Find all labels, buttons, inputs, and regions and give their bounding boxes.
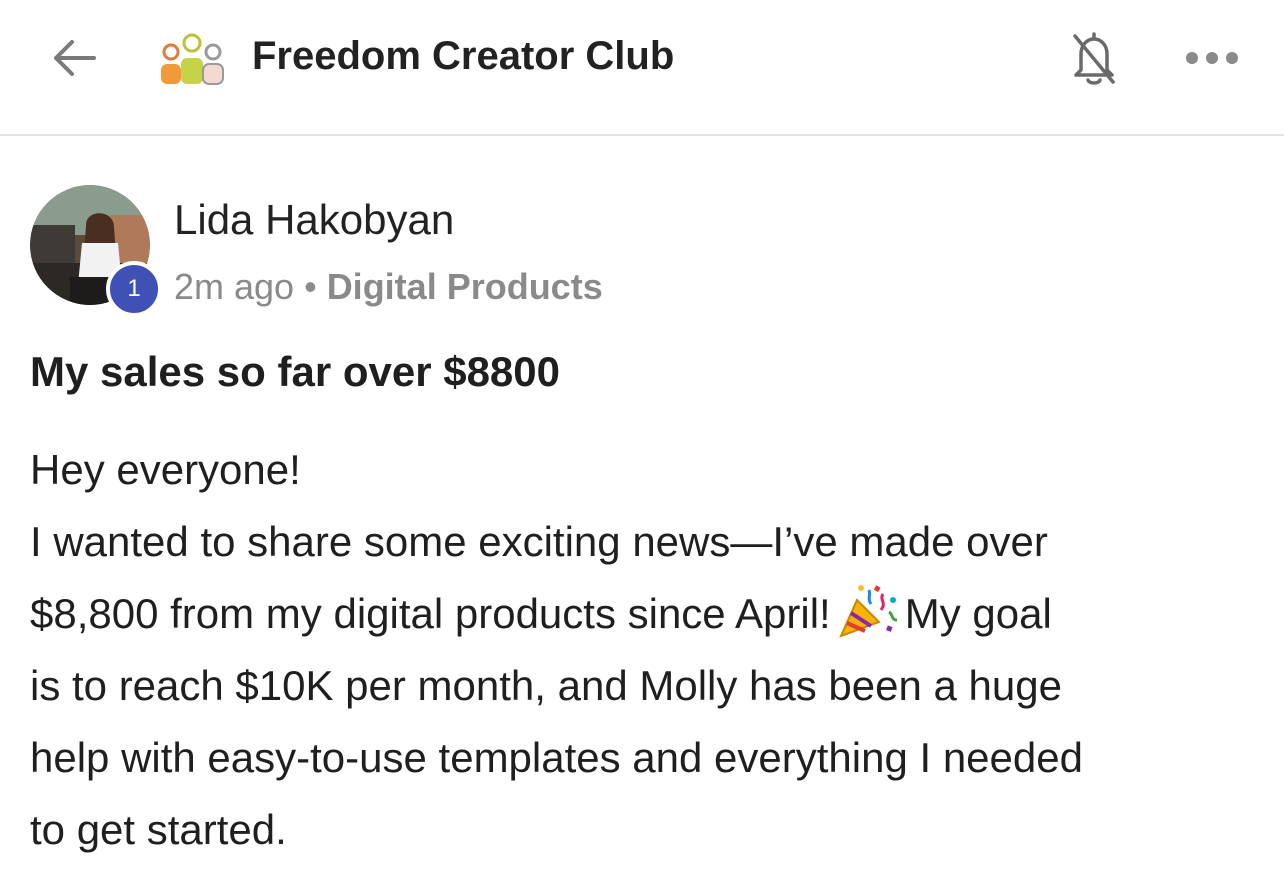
more-icon: [1186, 52, 1238, 64]
post-category[interactable]: Digital Products: [327, 266, 603, 307]
post-meta: 2m ago • Digital Products: [174, 266, 603, 308]
back-arrow-icon: [54, 40, 96, 76]
club-title[interactable]: Freedom Creator Club: [252, 34, 674, 79]
author-avatar[interactable]: 1: [30, 185, 162, 317]
bell-off-icon: [1073, 32, 1115, 85]
body-line: is to reach $10K per month, and Molly ha…: [30, 662, 1062, 709]
body-line: Hey everyone!: [30, 446, 301, 493]
post-title: My sales so far over $8800: [30, 348, 561, 395]
post-time: 2m ago: [174, 266, 295, 307]
group-icon: [161, 33, 224, 85]
top-bar: Freedom Creator Club: [0, 0, 1284, 136]
post-body: Hey everyone! I wanted to share some exc…: [30, 434, 1260, 866]
level-badge: 1: [106, 261, 162, 317]
body-line: I wanted to share some exciting news—I’v…: [30, 518, 1048, 565]
body-line-with-emoji: $8,800 from my digital products since Ap…: [30, 578, 1260, 650]
notifications-button[interactable]: [1064, 26, 1124, 90]
back-button[interactable]: [44, 30, 104, 86]
body-line: to get started.: [30, 806, 287, 853]
body-line: help with easy-to-use templates and ever…: [30, 734, 1083, 781]
more-options-button[interactable]: [1180, 40, 1244, 76]
party-popper-emoji: [838, 585, 897, 638]
author-name[interactable]: Lida Hakobyan: [174, 196, 454, 244]
body-line-text: $8,800 from my digital products since Ap…: [30, 590, 831, 637]
body-line-text: My goal: [904, 590, 1052, 637]
meta-separator: •: [304, 266, 317, 307]
